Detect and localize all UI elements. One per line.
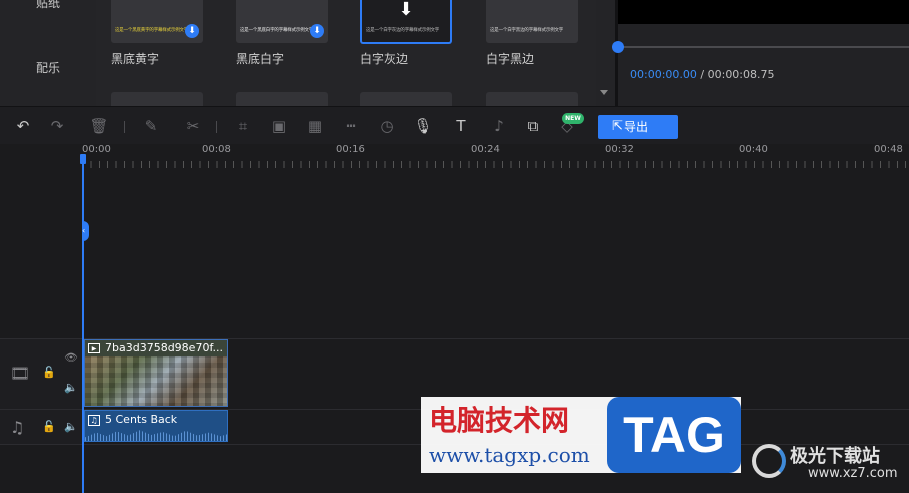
text-to-speech-icon[interactable]: T [450, 115, 472, 137]
caption-style-name: 黑底黄字 [111, 52, 160, 66]
lock-icon[interactable]: 🔓 [42, 420, 56, 433]
export-icon: ⇱ [612, 119, 623, 134]
caption-style-name: 白字黑边 [486, 52, 535, 66]
record-icon[interactable]: 🎙 [412, 115, 434, 137]
video-play-icon: ▶ [88, 343, 100, 353]
watermark-xz7-title: 极光下载站 [790, 446, 880, 467]
timecode: 00:00:00.00 / 00:00:08.75 [630, 68, 775, 81]
video-clip-thumbnails [85, 356, 227, 406]
caption-style-thumbnail: 这是一个黑底黄字的字幕样式示例文字 ⬇ [111, 0, 203, 43]
export-label: 导出 [624, 120, 649, 134]
audio-clip[interactable]: ♫ 5 Cents Back [84, 410, 228, 442]
toolbar-divider [124, 121, 125, 133]
thumbnail-sample-text: 这是一个白字灰边的字幕样式示例文字 [366, 28, 440, 33]
menu-item-music[interactable]: 配乐 [0, 59, 96, 76]
total-time: 00:00:08.75 [707, 68, 775, 81]
ruler-label: 00:00 [82, 144, 111, 155]
caption-style-thumbnail: ⬇ 这是一个白字灰边的字幕样式示例文字 [360, 0, 452, 44]
watermark-xz7: 极光下载站 www.xz7.com [748, 440, 908, 490]
collapse-handle-icon[interactable]: ‹ [82, 221, 89, 241]
mosaic-icon[interactable]: ▦ [304, 115, 326, 137]
watermark-cn-text: 电脑技术网 [429, 404, 570, 437]
caption-style-card-partial[interactable] [111, 92, 203, 106]
audio-track-header: ♫ 🔓 🔈 [0, 409, 82, 444]
film-icon: 🎞 [10, 364, 31, 383]
redo-icon[interactable]: ↷ [46, 115, 68, 137]
eye-icon[interactable]: 👁 [64, 351, 78, 364]
playhead-marker[interactable] [80, 154, 86, 164]
watermark-url: www.tagxp.com [429, 443, 590, 467]
preview-screen [618, 0, 909, 24]
caption-style-card-selected[interactable]: ⬇ 这是一个白字灰边的字幕样式示例文字 白字灰边 [360, 0, 452, 67]
thumbnail-sample-text: 这是一个白字黑边的字幕样式示例文字 [490, 28, 564, 33]
edit-toolbar: ↶ ↷ 🗑 ✎ ✂ ⌗ ▣ ▦ ┅ ◷ 🎙 T ♪ ⧉ ◇ NEW ⇱ 导出 [0, 106, 909, 144]
ruler-label: 00:48 [874, 144, 903, 155]
caption-style-card-partial[interactable] [236, 92, 328, 106]
empty-track-header [0, 444, 82, 493]
caption-style-thumbnail: 这是一个黑底白字的字幕样式示例文字 ⬇ [236, 0, 328, 43]
download-icon[interactable]: ⬇ [362, 0, 450, 20]
cut-icon[interactable]: ✂ [182, 115, 204, 137]
audio-clip-title: 5 Cents Back [105, 413, 178, 426]
crop-icon[interactable]: ⌗ [232, 115, 254, 137]
volume-icon[interactable]: 🔈 [64, 420, 78, 433]
edit-icon[interactable]: ✎ [140, 115, 162, 137]
video-clip[interactable]: 7ba3d3758d98e70f... ▶ [84, 339, 228, 407]
export-button[interactable]: ⇱ 导出 [598, 115, 678, 139]
pip-icon[interactable]: ⧉ [522, 115, 544, 137]
empty-track-area[interactable] [82, 168, 909, 338]
video-track-header: 🎞 🔓 👁 🔈 [0, 338, 82, 409]
ruler-label: 00:16 [336, 144, 365, 155]
current-time: 00:00:00.00 [630, 68, 697, 81]
video-editor-window: 贴纸 配乐 这是一个黑底黄字的字幕样式示例文字 ⬇ 黑底黄字 这是一个黑底白字的… [0, 0, 909, 493]
caption-style-thumbnail: 这是一个白字黑边的字幕样式示例文字 [486, 0, 578, 43]
caption-style-name: 黑底白字 [236, 52, 285, 66]
video-clip-title: 7ba3d3758d98e70f... [85, 340, 227, 356]
left-menu: 贴纸 配乐 [0, 0, 96, 106]
download-icon[interactable]: ⬇ [185, 24, 199, 38]
ruler-label: 00:40 [739, 144, 768, 155]
lock-icon[interactable]: 🔓 [42, 366, 56, 379]
top-panel: 贴纸 配乐 这是一个黑底黄字的字幕样式示例文字 ⬇ 黑底黄字 这是一个黑底白字的… [0, 0, 909, 106]
ruler-label: 00:32 [605, 144, 634, 155]
caption-style-panel: 这是一个黑底黄字的字幕样式示例文字 ⬇ 黑底黄字 这是一个黑底白字的字幕样式示例… [96, 0, 596, 106]
caption-style-name: 白字灰边 [360, 52, 409, 66]
ruler-ticks [82, 161, 909, 168]
empty-track-header [0, 168, 82, 338]
watermark-xz7-url: www.xz7.com [808, 466, 898, 481]
speed-icon[interactable]: ▣ [268, 115, 290, 137]
time-separator: / [696, 68, 708, 81]
caption-style-card-partial[interactable] [360, 92, 452, 106]
voice-change-icon[interactable]: ♪ [488, 115, 510, 137]
thumbnail-sample-text: 这是一个黑底白字的字幕样式示例文字 [240, 28, 314, 33]
ruler-label: 00:24 [471, 144, 500, 155]
new-badge: NEW [562, 113, 584, 124]
thumbnail-sample-text: 这是一个黑底黄字的字幕样式示例文字 [115, 28, 189, 33]
xz7-logo-icon [752, 444, 786, 478]
download-icon[interactable]: ⬇ [310, 24, 324, 38]
playhead-line[interactable] [82, 156, 84, 493]
preview-panel: 00:00:00.00 / 00:00:08.75 [612, 0, 909, 106]
music-note-icon: ♫ [10, 418, 25, 437]
audio-waveform [85, 430, 227, 441]
menu-item-stickers[interactable]: 贴纸 [0, 0, 96, 11]
duration-icon[interactable]: ◷ [376, 115, 398, 137]
volume-icon[interactable]: 🔈 [64, 381, 78, 394]
scroll-down-arrow-icon[interactable] [600, 90, 608, 95]
caption-style-card-partial[interactable] [486, 92, 578, 106]
ruler-label: 00:08 [202, 144, 231, 155]
progress-knob[interactable] [612, 41, 624, 53]
playback-progress-bar[interactable] [612, 41, 909, 53]
caption-style-card[interactable]: 这是一个黑底黄字的字幕样式示例文字 ⬇ 黑底黄字 [111, 0, 203, 67]
watermark-tagxp: 电脑技术网 www.tagxp.com TAG [421, 397, 741, 473]
caption-style-card[interactable]: 这是一个黑底白字的字幕样式示例文字 ⬇ 黑底白字 [236, 0, 328, 67]
watermark-tag-logo: TAG [607, 397, 741, 473]
music-icon: ♫ [88, 415, 100, 426]
undo-icon[interactable]: ↶ [12, 115, 34, 137]
timeline-ruler[interactable]: 00:00 00:08 00:16 00:24 00:32 00:40 00:4… [82, 144, 909, 168]
toolbar-divider [216, 121, 217, 133]
delete-icon[interactable]: 🗑 [88, 115, 110, 137]
freeze-icon[interactable]: ┅ [340, 115, 362, 137]
caption-style-card[interactable]: 这是一个白字黑边的字幕样式示例文字 白字黑边 [486, 0, 578, 67]
